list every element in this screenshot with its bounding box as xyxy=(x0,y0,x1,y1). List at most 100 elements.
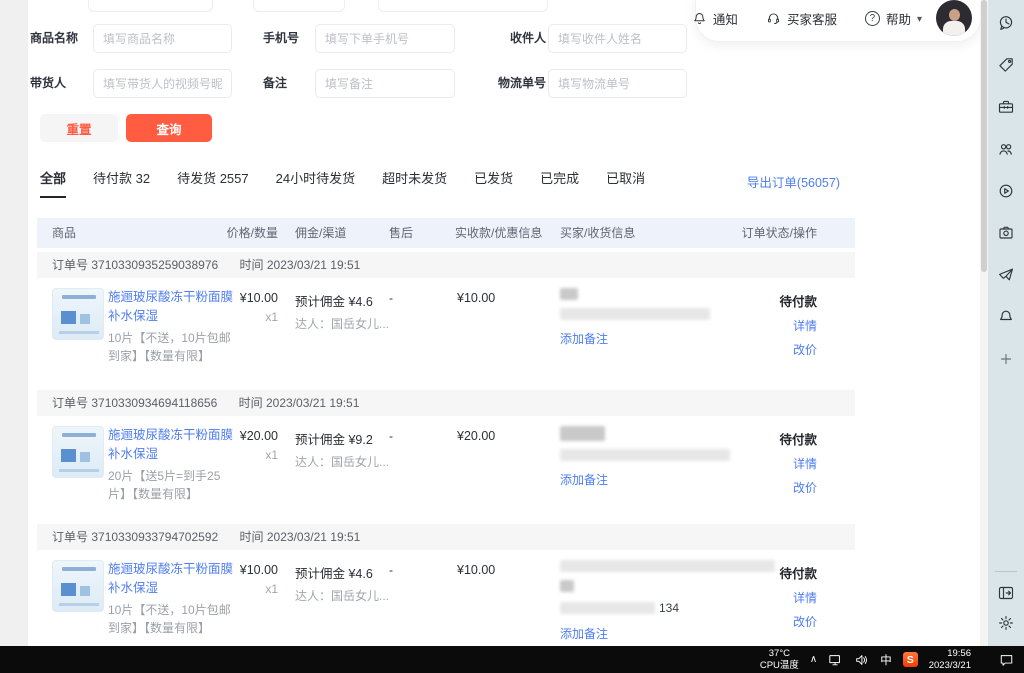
tray-expand-icon[interactable] xyxy=(810,654,817,665)
add-icon[interactable] xyxy=(997,350,1015,368)
toolbox-icon[interactable] xyxy=(997,98,1015,116)
phone-label: 手机号 xyxy=(263,24,299,53)
order-time-label: 时间 xyxy=(239,396,263,410)
detail-link[interactable]: 详情 xyxy=(727,589,817,606)
headset-icon xyxy=(766,11,781,26)
tag-icon[interactable] xyxy=(997,56,1015,74)
add-remark-link[interactable]: 添加备注 xyxy=(560,625,608,642)
tab-pending-payment[interactable]: 待付款 32 xyxy=(93,168,150,196)
order-no-label: 订单号 xyxy=(52,258,88,272)
tab-shipped[interactable]: 已发货 xyxy=(474,168,513,196)
tab-overdue[interactable]: 超时未发货 xyxy=(382,168,447,196)
tab-all[interactable]: 全部 xyxy=(40,168,66,198)
add-remark-link[interactable]: 添加备注 xyxy=(560,330,608,347)
filter-input-partial[interactable] xyxy=(88,0,213,12)
camera-icon[interactable] xyxy=(997,224,1015,242)
status-badge: 待付款 xyxy=(727,563,817,582)
customer-service-menu[interactable]: 买家客服 xyxy=(766,9,837,28)
chevron-down-icon xyxy=(917,11,922,25)
notification-label: 通知 xyxy=(713,9,738,28)
video-channel-icon[interactable] xyxy=(997,182,1015,200)
bell-icon[interactable] xyxy=(997,308,1015,326)
reset-button[interactable]: 重置 xyxy=(40,114,118,142)
price: ¥20.00 xyxy=(187,429,278,443)
right-sidebar xyxy=(988,0,1024,646)
status-cell: 待付款 详情 改价 xyxy=(727,429,817,496)
col-product: 商品 xyxy=(52,218,76,248)
search-button[interactable]: 查询 xyxy=(126,114,212,142)
aftersale-cell: - xyxy=(389,563,424,577)
help-menu[interactable]: 帮助 xyxy=(865,9,922,28)
cpu-temp-widget[interactable]: 37°C CPU温度 xyxy=(760,648,799,672)
censored-buyer-address xyxy=(560,449,730,461)
channel: 达人：国岳女儿... xyxy=(295,453,415,470)
detail-link[interactable]: 详情 xyxy=(727,317,817,334)
order-group-header: 订单号 3710330935259038976 时间 2023/03/21 19… xyxy=(37,252,855,278)
network-icon[interactable] xyxy=(828,653,843,667)
censored-buyer-address xyxy=(560,308,710,320)
remark-label: 备注 xyxy=(263,69,287,98)
promoter-input[interactable] xyxy=(93,69,232,98)
reprice-link[interactable]: 改价 xyxy=(727,479,817,496)
channel: 达人：国岳女儿... xyxy=(295,315,415,332)
speaker-icon[interactable] xyxy=(854,653,869,667)
col-buyer-address: 买家/收货信息 xyxy=(560,218,635,248)
paid-amount: ¥10.00 xyxy=(457,563,537,577)
export-orders-link[interactable]: 导出订单(56057) xyxy=(747,172,840,191)
aftersale-cell: - xyxy=(389,429,424,443)
avatar[interactable] xyxy=(936,0,972,36)
order-time-label: 时间 xyxy=(240,530,264,544)
quantity: x1 xyxy=(187,310,278,324)
help-label: 帮助 xyxy=(886,9,911,28)
order-no: 3710330935259038976 xyxy=(91,258,218,272)
add-remark-link[interactable]: 添加备注 xyxy=(560,471,608,488)
recipient-input[interactable] xyxy=(548,24,687,53)
product-spec: 10片【不送，10片包邮到家】【数量有限】 xyxy=(108,329,234,365)
product-name-label: 商品名称 xyxy=(30,24,78,53)
price: ¥10.00 xyxy=(187,291,278,305)
product-spec: 10片【不送，10片包邮到家】【数量有限】 xyxy=(108,601,234,637)
filter-input-partial[interactable] xyxy=(253,0,345,12)
censored-phone-line: 134 xyxy=(560,600,755,615)
order-group: 订单号 3710330934694118656 时间 2023/03/21 19… xyxy=(37,390,855,416)
quantity: x1 xyxy=(187,582,278,596)
order-no: 3710330933794702592 xyxy=(91,530,218,544)
tab-ship-24h[interactable]: 24小时待发货 xyxy=(276,168,355,196)
product-image[interactable] xyxy=(52,426,104,478)
product-name-input[interactable] xyxy=(93,24,232,53)
ime-indicator[interactable]: 中 xyxy=(880,652,892,668)
gear-icon[interactable] xyxy=(997,614,1015,632)
topnav-card: 通知 买家客服 帮助 xyxy=(695,0,981,42)
channel: 达人：国岳女儿... xyxy=(295,587,415,604)
scrollbar-thumb[interactable] xyxy=(981,0,987,272)
clock-widget[interactable]: 19:56 2023/3/21 xyxy=(929,648,971,672)
product-image[interactable] xyxy=(52,560,104,612)
order-time: 2023/03/21 19:51 xyxy=(267,258,360,272)
paper-plane-icon[interactable] xyxy=(997,266,1015,284)
tab-cancelled[interactable]: 已取消 xyxy=(606,168,645,196)
remark-input[interactable] xyxy=(315,69,455,98)
order-no-label: 订单号 xyxy=(52,530,88,544)
cpu-temp-label: CPU温度 xyxy=(760,660,799,672)
reprice-link[interactable]: 改价 xyxy=(727,341,817,358)
tracking-no-input[interactable] xyxy=(548,69,687,98)
order-management-app: 商品名称 手机号 收件人 带货人 备注 物流单号 重置 查询 全部 待付款 32… xyxy=(0,0,1024,673)
data-report-icon[interactable] xyxy=(997,14,1015,32)
action-center-icon[interactable] xyxy=(999,653,1014,667)
filter-input-partial[interactable] xyxy=(378,0,548,12)
team-icon[interactable] xyxy=(997,140,1015,158)
tracking-no-label: 物流单号 xyxy=(498,69,546,98)
order-no-label: 订单号 xyxy=(52,396,88,410)
collapse-panel-icon[interactable] xyxy=(997,584,1015,602)
sogou-input-icon[interactable]: S xyxy=(903,652,918,667)
notification-menu[interactable]: 通知 xyxy=(692,9,738,28)
product-image[interactable] xyxy=(52,288,104,340)
censored-phone xyxy=(560,602,655,614)
reprice-link[interactable]: 改价 xyxy=(727,613,817,630)
tab-completed[interactable]: 已完成 xyxy=(540,168,579,196)
order-group: 订单号 3710330933794702592 时间 2023/03/21 19… xyxy=(37,524,855,550)
tab-pending-shipment[interactable]: 待发货 2557 xyxy=(177,168,249,196)
vertical-scrollbar xyxy=(980,0,988,646)
phone-input[interactable] xyxy=(315,24,455,53)
detail-link[interactable]: 详情 xyxy=(727,455,817,472)
